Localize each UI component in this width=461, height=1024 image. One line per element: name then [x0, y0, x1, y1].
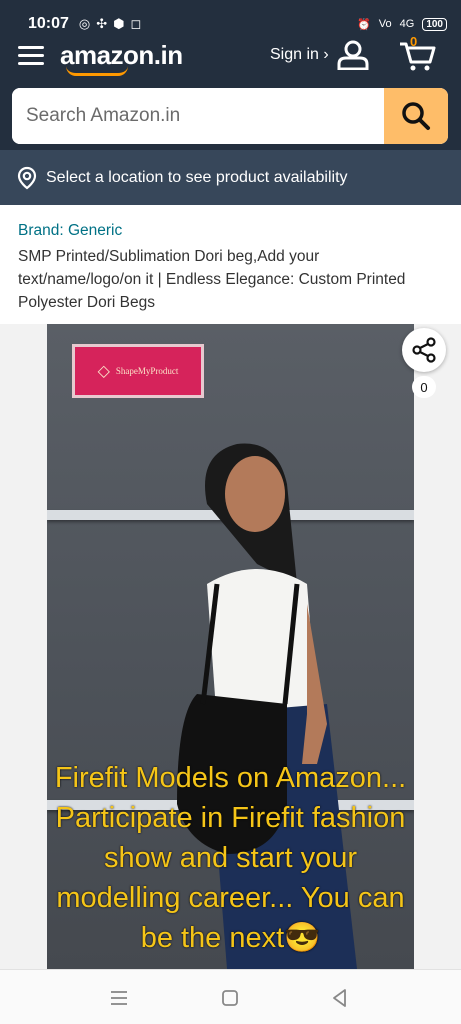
status-system-icons: ⏰ Vo 4G 100: [357, 17, 447, 31]
signal-icon: 4G: [399, 18, 415, 30]
instagram-icon: ◻: [130, 16, 142, 31]
brand-sign-text: ShapeMyProduct: [115, 366, 179, 376]
whatsapp-icon: ◎: [78, 16, 91, 31]
app-icon: ✣: [96, 16, 108, 31]
user-icon[interactable]: [336, 40, 370, 70]
volte-icon: Vo: [378, 18, 392, 30]
product-image-gallery[interactable]: ◇ ShapeMyProduct Firefit Models on Amazo…: [0, 324, 461, 969]
brand-link[interactable]: Brand: Generic: [18, 222, 122, 240]
sign-in-link[interactable]: Sign in ›: [270, 46, 329, 64]
status-time: 10:07: [28, 15, 69, 32]
search-input[interactable]: [12, 88, 384, 144]
search-icon: [402, 102, 430, 130]
image-caption: Firefit Models on Amazon... Participate …: [54, 762, 407, 954]
battery-indicator: 100: [422, 17, 447, 31]
amazon-logo-smile: [66, 66, 128, 76]
product-title: SMP Printed/Sublimation Dori beg,Add you…: [18, 248, 406, 311]
menu-icon[interactable]: [18, 46, 44, 66]
location-bar[interactable]: Select a location to see product availab…: [0, 150, 461, 205]
diamond-icon: ◇: [97, 363, 110, 380]
system-nav-bar: [0, 969, 461, 1024]
cart-count-badge: 0: [410, 34, 418, 49]
share-icon: [412, 337, 436, 363]
search-box: [12, 88, 448, 144]
search-button[interactable]: [384, 88, 448, 144]
alarm-icon: ⏰: [357, 18, 371, 31]
search-bar-container: [0, 80, 461, 150]
location-text: Select a location to see product availab…: [46, 168, 348, 186]
nav-menu-icon[interactable]: [107, 986, 131, 1010]
shield-icon: ⬢: [113, 16, 125, 31]
location-pin-icon: [17, 166, 37, 189]
share-button[interactable]: [402, 328, 446, 372]
share-count: 0: [412, 376, 436, 398]
app-header: amazon.in Sign in › 0: [0, 32, 461, 80]
nav-back-icon[interactable]: [328, 986, 352, 1010]
nav-home-icon[interactable]: [218, 986, 242, 1010]
status-notification-icons: ◎ ✣ ⬢ ◻: [79, 16, 141, 32]
